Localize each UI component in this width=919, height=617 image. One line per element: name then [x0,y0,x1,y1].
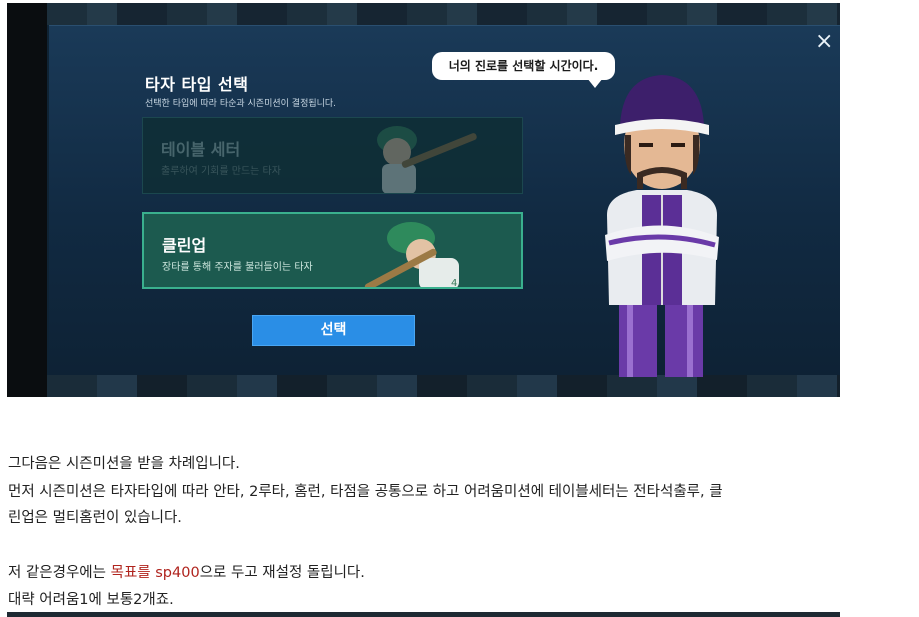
post-line-1: 그다음은 시즌미션을 받을 차례입니다. [8,456,240,472]
post-line-3: 린업은 멀티홈런이 있습니다. [8,510,182,526]
post-line-5: 대략 어려움1에 보통2개죠. [8,592,174,608]
option-description: 출루하여 기회를 만드는 타자 [161,166,281,177]
batter-character-icon: 4 [364,222,459,289]
coach-character-icon [605,75,719,377]
modal-subtitle: 선택한 타입에 따라 타순과 시즌미션이 결정됩니다. [145,99,337,109]
option-description: 장타를 통해 주자를 불러들이는 타자 [162,262,313,273]
next-image-strip [7,612,840,617]
highlight-target: 목표를 sp400 [110,565,200,581]
option-label: 클린업 [162,236,207,255]
modal-title: 타자 타입 선택 [145,75,249,94]
select-button[interactable]: 선택 [252,315,415,346]
option-cleanup[interactable]: 클린업 장타를 통해 주자를 불러들이는 타자 4 [142,212,523,289]
close-icon[interactable]: × [815,31,833,53]
post-line-2: 먼저 시즌미션은 타자타입에 따라 안타, 2루타, 홈런, 타점을 공통으로 … [8,484,723,500]
post-line-4: 저 같은경우에는 목표를 sp400으로 두고 재설정 돌립니다. [8,560,365,587]
svg-text:4: 4 [451,278,457,289]
option-table-setter[interactable]: 테이블 세터 출루하여 기회를 만드는 타자 [142,117,523,194]
post-line-4-suffix: 으로 두고 재설정 돌립니다. [199,565,365,581]
batter-character-icon [377,126,477,193]
left-black-bar [7,3,47,397]
background-bottom-strip [47,375,840,397]
post-line-4-prefix: 저 같은경우에는 [8,565,111,581]
game-screenshot: × 타자 타입 선택 선택한 타입에 따라 타순과 시즌미션이 결정됩니다. 테… [7,3,840,397]
option-label: 테이블 세터 [161,140,241,159]
background-top-strip [47,3,840,25]
